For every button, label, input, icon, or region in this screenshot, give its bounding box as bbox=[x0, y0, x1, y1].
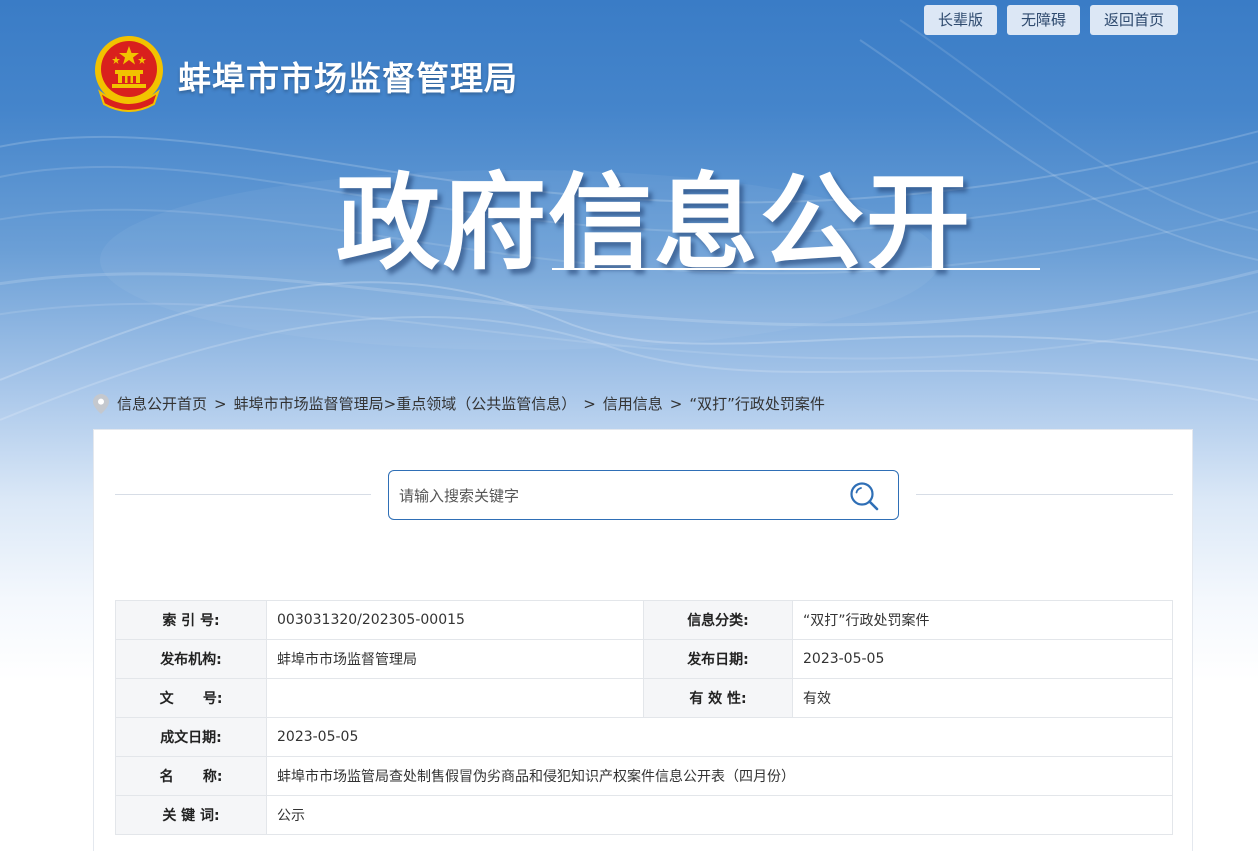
created-date-value: 2023-05-05 bbox=[266, 717, 1173, 757]
doc-name-value: 蚌埠市市场监管局查处制售假冒伪劣商品和侵犯知识产权案件信息公开表（四月份） bbox=[266, 756, 1173, 796]
search-divider-left bbox=[115, 494, 371, 495]
keywords-value: 公示 bbox=[266, 795, 1173, 835]
search-input[interactable] bbox=[399, 483, 829, 509]
search-divider-right bbox=[916, 494, 1173, 495]
breadcrumb-separator: > bbox=[669, 394, 683, 413]
table-row: 文 号: 有 效 性: 有效 bbox=[115, 678, 1173, 718]
table-row: 关 键 词: 公示 bbox=[115, 795, 1173, 835]
content-panel: 索 引 号: 003031320/202305-00015 信息分类: “双打”… bbox=[93, 429, 1193, 851]
category-label: 信息分类: bbox=[643, 600, 793, 640]
search-icon[interactable] bbox=[848, 480, 880, 512]
breadcrumb-separator: > bbox=[383, 394, 397, 413]
category-value: “双打”行政处罚案件 bbox=[792, 600, 1173, 640]
search-box bbox=[388, 470, 899, 520]
publisher-label: 发布机构: bbox=[115, 639, 267, 679]
page-title: 政府信息公开 bbox=[336, 162, 973, 284]
breadcrumb-separator: > bbox=[583, 394, 596, 413]
breadcrumb-item-org[interactable]: 蚌埠市市场监督管理局 bbox=[234, 393, 384, 414]
breadcrumb-item-info-home[interactable]: 信息公开首页 bbox=[117, 393, 207, 414]
publisher-value: 蚌埠市市场监督管理局 bbox=[266, 639, 644, 679]
home-link[interactable]: 返回首页 bbox=[1089, 5, 1178, 35]
breadcrumb-item-penalty-cases[interactable]: “双打”行政处罚案件 bbox=[689, 393, 825, 414]
table-row: 成文日期: 2023-05-05 bbox=[115, 717, 1173, 757]
doc-number-label: 文 号: bbox=[115, 678, 267, 718]
doc-name-label: 名 称: bbox=[115, 756, 267, 796]
title-underline bbox=[552, 268, 1040, 270]
breadcrumb-item-key-areas[interactable]: 重点领域（公共监管信息） bbox=[396, 393, 576, 414]
created-date-label: 成文日期: bbox=[115, 717, 267, 757]
org-name: 蚌埠市市场监督管理局 bbox=[178, 59, 518, 98]
doc-number-value bbox=[266, 678, 644, 718]
table-row: 索 引 号: 003031320/202305-00015 信息分类: “双打”… bbox=[115, 600, 1173, 640]
breadcrumb: 信息公开首页 > 蚌埠市市场监督管理局 > 重点领域（公共监管信息） > 信用信… bbox=[93, 393, 825, 414]
validity-label: 有 效 性: bbox=[643, 678, 793, 718]
elder-version-link[interactable]: 长辈版 bbox=[923, 5, 997, 35]
index-number-label: 索 引 号: bbox=[115, 600, 267, 640]
location-pin-icon bbox=[93, 393, 109, 414]
publish-date-value: 2023-05-05 bbox=[792, 639, 1173, 679]
table-row: 发布机构: 蚌埠市市场监督管理局 发布日期: 2023-05-05 bbox=[115, 639, 1173, 679]
table-row: 名 称: 蚌埠市市场监管局查处制售假冒伪劣商品和侵犯知识产权案件信息公开表（四月… bbox=[115, 756, 1173, 796]
keywords-label: 关 键 词: bbox=[115, 795, 267, 835]
top-links: 长辈版 无障碍 返回首页 bbox=[923, 5, 1178, 35]
publish-date-label: 发布日期: bbox=[643, 639, 793, 679]
info-metadata-table: 索 引 号: 003031320/202305-00015 信息分类: “双打”… bbox=[115, 600, 1173, 835]
breadcrumb-separator: > bbox=[214, 394, 227, 413]
national-emblem-icon bbox=[95, 36, 163, 112]
index-number-value: 003031320/202305-00015 bbox=[266, 600, 644, 640]
validity-value: 有效 bbox=[792, 678, 1173, 718]
accessibility-link[interactable]: 无障碍 bbox=[1006, 5, 1080, 35]
breadcrumb-item-credit-info[interactable]: 信用信息 bbox=[603, 393, 663, 414]
